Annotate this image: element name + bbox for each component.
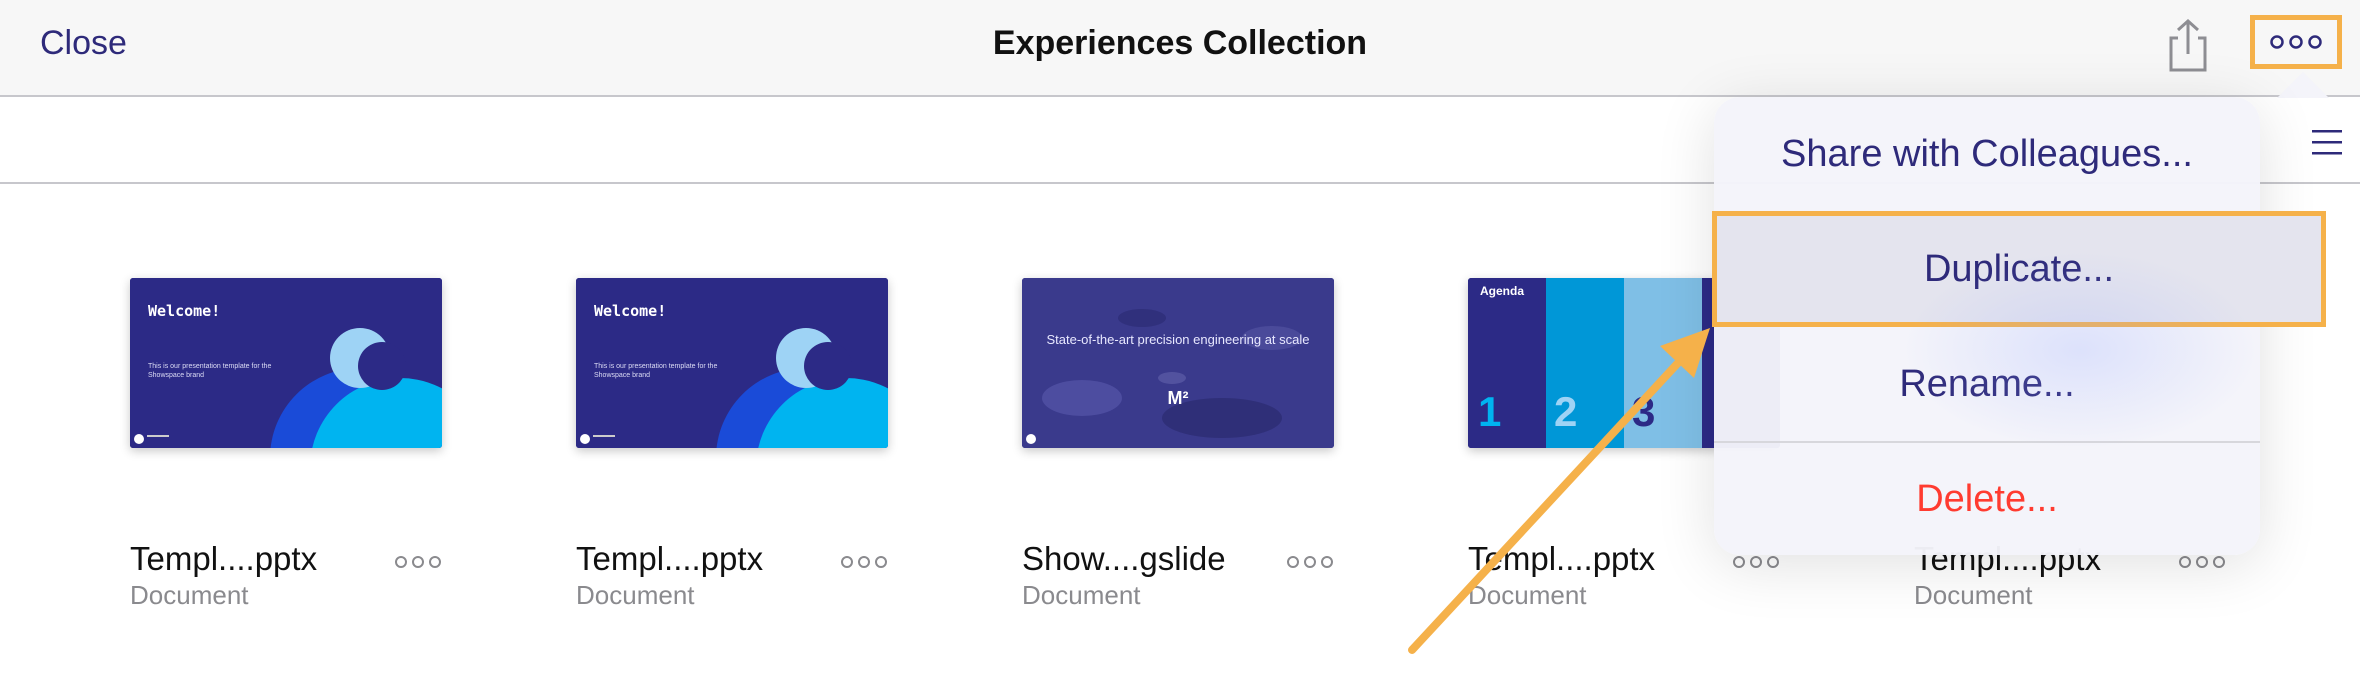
ellipsis-icon: [2270, 35, 2322, 49]
slide-title: State-of-the-art precision engineering a…: [1046, 332, 1310, 347]
file-more-button[interactable]: [2178, 552, 2226, 572]
brand-logo: [134, 434, 144, 444]
actions-popover: Share with Colleagues... Duplicate... Re…: [1712, 97, 2326, 555]
file-type: Document: [1468, 580, 1587, 610]
slide-title: Agenda: [1480, 284, 1525, 298]
agenda-number: 1: [1478, 388, 1502, 435]
agenda-number: 3: [1632, 388, 1656, 435]
ellipsis-icon: [1287, 556, 1333, 568]
navigation-bar: Close Experiences Collection: [0, 0, 2360, 97]
share-with-colleagues-menu-item[interactable]: Share with Colleagues...: [1714, 97, 2260, 211]
ellipsis-icon: [841, 556, 887, 568]
file-type: Document: [1022, 580, 1141, 610]
share-icon: [2169, 18, 2207, 72]
brand-logo: [580, 434, 590, 444]
slide-title: Welcome!: [594, 302, 667, 320]
brand-logo: [1026, 434, 1036, 444]
share-button[interactable]: [2163, 18, 2213, 74]
file-name: Templ....pptx: [1468, 540, 1656, 577]
agenda-number: 2: [1554, 388, 1578, 435]
file-thumbnail[interactable]: Welcome! This is our presentation templa…: [576, 278, 888, 448]
duplicate-menu-item[interactable]: Duplicate...: [1712, 211, 2326, 327]
page-title: Experiences Collection: [992, 24, 1368, 62]
file-type: Document: [576, 580, 695, 610]
popover-arrow: [2277, 72, 2329, 98]
file-thumbnail[interactable]: Welcome! This is our presentation templa…: [130, 278, 442, 448]
file-more-button[interactable]: [840, 552, 888, 572]
file-item[interactable]: Welcome! This is our presentation templa…: [130, 278, 442, 610]
ellipsis-icon: [1733, 556, 1779, 568]
ellipsis-icon: [395, 556, 441, 568]
file-type: Document: [130, 580, 249, 610]
delete-menu-item[interactable]: Delete...: [1714, 441, 2260, 555]
slide-title: Welcome!: [148, 302, 221, 320]
slide-subtitle: M²: [1167, 388, 1189, 408]
file-more-button[interactable]: [1732, 552, 1780, 572]
file-item[interactable]: Welcome! This is our presentation templa…: [576, 278, 888, 610]
list-view-icon: [2312, 130, 2342, 155]
slide-subtitle: This is our presentation template for th…: [594, 363, 718, 379]
file-type: Document: [1914, 580, 2033, 610]
more-options-button[interactable]: [2250, 15, 2342, 69]
moon-surface-image: [1022, 278, 1334, 448]
brand-logo-text: [147, 435, 169, 437]
rename-menu-item[interactable]: Rename...: [1714, 327, 2260, 441]
file-more-button[interactable]: [394, 552, 442, 572]
file-name: Show....gslide: [1022, 540, 1226, 577]
file-thumbnail[interactable]: State-of-the-art precision engineering a…: [1022, 278, 1334, 448]
file-name: Templ....pptx: [130, 540, 318, 577]
list-view-button[interactable]: [2312, 127, 2342, 157]
file-more-button[interactable]: [1286, 552, 1334, 572]
file-name: Templ....pptx: [576, 540, 764, 577]
ellipsis-icon: [2179, 556, 2225, 568]
slide-subtitle: This is our presentation template for th…: [148, 363, 272, 379]
brand-logo-text: [593, 435, 615, 437]
file-item[interactable]: State-of-the-art precision engineering a…: [1022, 278, 1334, 610]
